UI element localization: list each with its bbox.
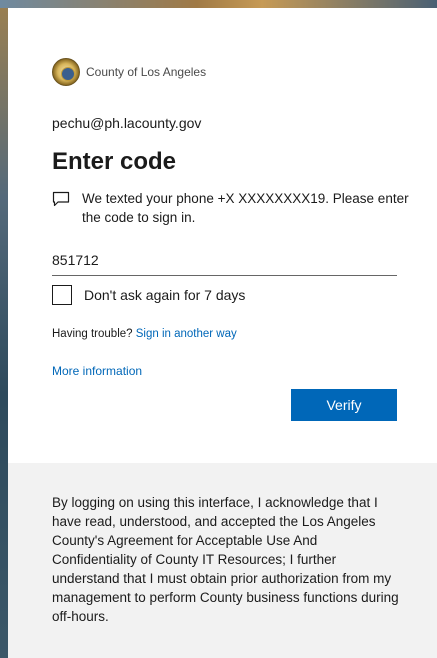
la-county-seal-icon — [52, 58, 80, 86]
background-strip-left — [0, 0, 8, 658]
legal-footer: By logging on using this interface, I ac… — [8, 463, 437, 658]
sign-in-form: County of Los Angeles pechu@ph.lacounty.… — [8, 8, 437, 448]
sms-message: We texted your phone +X XXXXXXXX19. Plea… — [82, 191, 409, 225]
message-bubble-icon — [52, 191, 74, 227]
more-information-link[interactable]: More information — [52, 364, 142, 378]
sign-in-another-way-link[interactable]: Sign in another way — [136, 328, 237, 340]
org-logo-row: County of Los Angeles — [52, 57, 206, 87]
org-name: County of Los Angeles — [86, 65, 207, 79]
trouble-prefix: Having trouble? — [52, 328, 136, 340]
sms-notice: We texted your phone +X XXXXXXXX19. Plea… — [52, 189, 412, 227]
account-email: pechu@ph.lacounty.gov — [52, 115, 202, 131]
sign-in-card: County of Los Angeles pechu@ph.lacounty.… — [8, 8, 437, 658]
trouble-row: Having trouble? Sign in another way — [52, 328, 237, 340]
legal-notice-text: By logging on using this interface, I ac… — [52, 495, 399, 624]
remember-label: Don't ask again for 7 days — [84, 287, 246, 303]
verify-button[interactable]: Verify — [291, 389, 397, 421]
remember-checkbox[interactable] — [52, 285, 72, 305]
background-strip-top — [0, 0, 437, 8]
code-input[interactable] — [52, 244, 397, 276]
remember-device-row[interactable]: Don't ask again for 7 days — [52, 285, 245, 305]
page-title: Enter code — [52, 148, 177, 175]
